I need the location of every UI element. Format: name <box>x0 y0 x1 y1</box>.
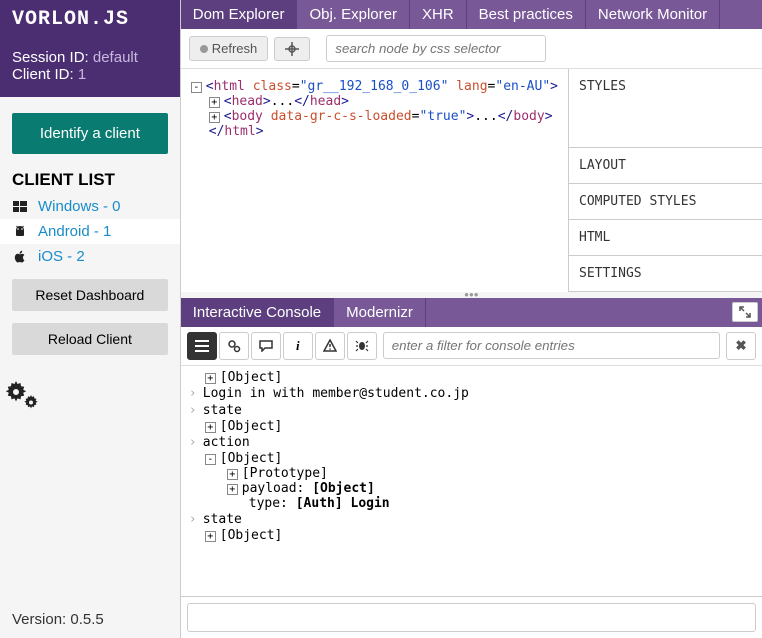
expand-toggle[interactable]: + <box>209 97 220 108</box>
android-icon <box>12 224 28 240</box>
log-value: [Auth] Login <box>296 496 390 511</box>
collapse-toggle[interactable]: - <box>191 82 202 93</box>
windows-icon <box>12 199 28 215</box>
log-object: [Object] <box>220 370 283 385</box>
info-button[interactable]: i <box>283 332 313 360</box>
log-text: action <box>203 435 754 450</box>
tab-obj-explorer[interactable]: Obj. Explorer <box>297 0 410 29</box>
right-panel: STYLES LAYOUT COMPUTED STYLES HTML SETTI… <box>568 69 762 292</box>
collapse-toggle[interactable]: - <box>205 454 216 465</box>
log-text: state <box>203 512 754 527</box>
logo: VORLON.JS <box>0 0 180 39</box>
version-label: Version: 0.5.5 <box>0 601 180 638</box>
layout-section[interactable]: LAYOUT <box>569 148 762 184</box>
session-id-label: Session ID: <box>12 49 89 66</box>
refresh-button[interactable]: Refresh <box>189 36 269 61</box>
expand-toggle[interactable]: + <box>205 531 216 542</box>
apple-icon <box>12 249 28 265</box>
client-list-header: CLIENT LIST <box>0 164 180 194</box>
client-link[interactable]: Windows - 0 <box>38 198 121 215</box>
computed-styles-section[interactable]: COMPUTED STYLES <box>569 184 762 220</box>
client-link[interactable]: iOS - 2 <box>38 248 85 265</box>
expand-button[interactable] <box>732 302 758 322</box>
top-tabs: Dom Explorer Obj. Explorer XHR Best prac… <box>181 0 762 29</box>
expand-toggle[interactable]: + <box>205 422 216 433</box>
chevron-right-icon: › <box>189 435 203 450</box>
tab-best-practices[interactable]: Best practices <box>467 0 586 29</box>
log-key: payload: <box>242 481 305 496</box>
console-input-row <box>181 596 762 638</box>
client-item-android[interactable]: Android - 1 <box>0 219 180 244</box>
log-object: [Object] <box>220 451 283 466</box>
log-object: [Object] <box>220 419 283 434</box>
expand-icon <box>739 306 751 318</box>
log-button[interactable] <box>251 332 281 360</box>
client-item-windows[interactable]: Windows - 0 <box>0 194 180 219</box>
dom-tree[interactable]: -<html class="gr__192_168_0_106" lang="e… <box>181 69 568 292</box>
gears-icon <box>0 377 180 413</box>
log-text: Login in with member@student.co.jp <box>203 386 754 401</box>
info-icon: i <box>296 338 300 354</box>
log-key: type: <box>249 496 288 511</box>
dom-toolbar: Refresh <box>181 29 762 69</box>
chevron-right-icon: › <box>189 386 203 401</box>
tab-dom-explorer[interactable]: Dom Explorer <box>181 0 298 29</box>
identify-client-button[interactable]: Identify a client <box>12 113 168 154</box>
crosshair-icon <box>285 42 299 56</box>
log-prototype: [Prototype] <box>242 466 328 481</box>
refresh-label: Refresh <box>212 41 258 56</box>
client-link[interactable]: Android - 1 <box>38 223 111 240</box>
expand-toggle[interactable]: + <box>227 484 238 495</box>
list-icon <box>195 340 209 352</box>
inspect-button[interactable] <box>274 37 310 61</box>
lower-tabs: Interactive Console Modernizr <box>181 298 762 327</box>
log-value: [Object] <box>312 481 375 496</box>
log-object: [Object] <box>220 528 283 543</box>
warning-icon <box>323 339 337 352</box>
tab-xhr[interactable]: XHR <box>410 0 467 29</box>
tab-modernizr[interactable]: Modernizr <box>334 298 426 327</box>
chat-icon <box>259 340 273 352</box>
log-text: state <box>203 403 754 418</box>
reload-client-button[interactable]: Reload Client <box>12 323 168 355</box>
console-toolbar: i ✖ <box>181 327 762 366</box>
tab-network-monitor[interactable]: Network Monitor <box>586 0 720 29</box>
close-icon: ✖ <box>735 338 746 354</box>
client-item-ios[interactable]: iOS - 2 <box>0 244 180 269</box>
settings-button[interactable] <box>219 332 249 360</box>
debug-button[interactable] <box>347 332 377 360</box>
tab-interactive-console[interactable]: Interactive Console <box>181 298 334 327</box>
styles-section[interactable]: STYLES <box>569 69 762 148</box>
status-dot-icon <box>200 45 208 53</box>
session-info: Session ID: default Client ID: 1 <box>0 39 180 97</box>
bug-icon <box>355 339 369 352</box>
client-id-value: 1 <box>78 66 86 83</box>
settings-section[interactable]: SETTINGS <box>569 256 762 292</box>
list-view-button[interactable] <box>187 332 217 360</box>
expand-toggle[interactable]: + <box>205 373 216 384</box>
warning-button[interactable] <box>315 332 345 360</box>
console-log[interactable]: +[Object] ›Login in with member@student.… <box>181 366 762 597</box>
html-section[interactable]: HTML <box>569 220 762 256</box>
gears-icon <box>227 339 241 353</box>
clear-button[interactable]: ✖ <box>726 332 756 360</box>
expand-toggle[interactable]: + <box>227 469 238 480</box>
expand-toggle[interactable]: + <box>209 112 220 123</box>
client-id-label: Client ID: <box>12 66 74 83</box>
console-input[interactable] <box>187 603 756 632</box>
reset-dashboard-button[interactable]: Reset Dashboard <box>12 279 168 311</box>
search-node-input[interactable] <box>326 35 546 62</box>
chevron-right-icon: › <box>189 512 203 527</box>
session-id-value: default <box>93 49 138 66</box>
console-filter-input[interactable] <box>383 332 720 359</box>
chevron-right-icon: › <box>189 403 203 418</box>
